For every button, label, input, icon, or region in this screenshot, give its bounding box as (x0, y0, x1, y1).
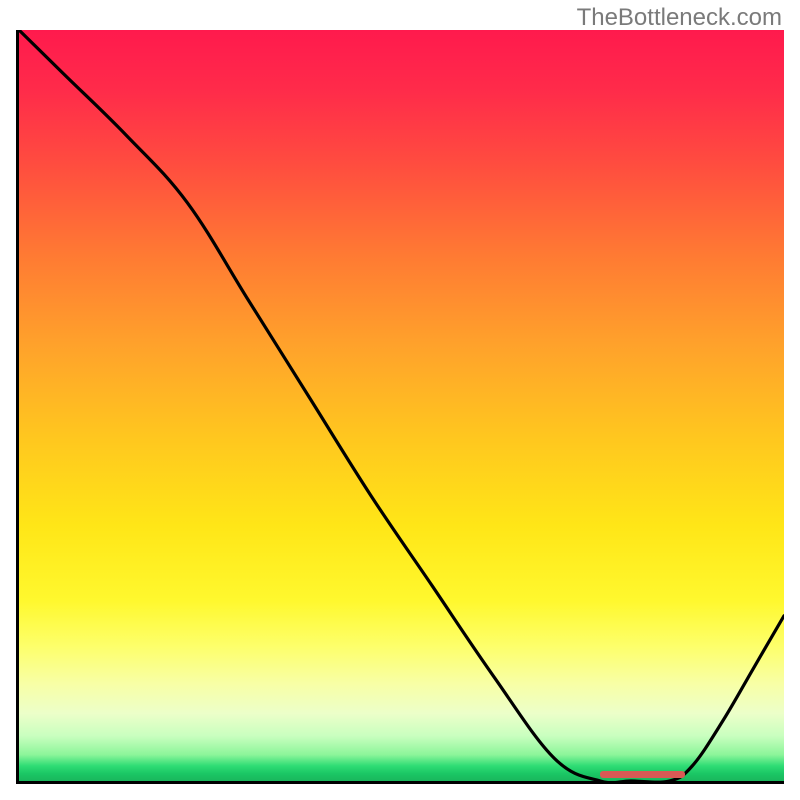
chart-container: TheBottleneck.com (0, 0, 800, 800)
watermark-text: TheBottleneck.com (577, 4, 782, 32)
bottleneck-curve (19, 30, 784, 781)
optimal-range-marker (600, 771, 684, 778)
plot-area (16, 30, 784, 784)
